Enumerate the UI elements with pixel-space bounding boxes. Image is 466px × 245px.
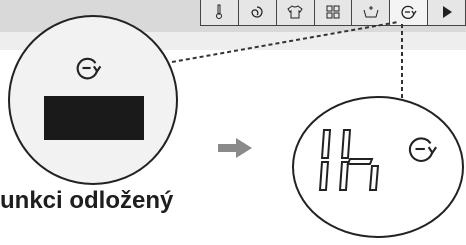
zoom-circle-right: 1h [292, 96, 464, 238]
grid-icon [326, 5, 340, 18]
delay-timer-icon [401, 5, 417, 19]
shirt-icon [287, 4, 303, 18]
rinse-button[interactable] [352, 0, 391, 25]
options-button[interactable] [314, 0, 353, 25]
instruction-caption: unkci odložený [0, 187, 174, 214]
blank-display [44, 96, 144, 140]
delay-timer-button[interactable] [390, 0, 429, 25]
temperature-button[interactable] [201, 0, 239, 25]
spin-button[interactable] [238, 0, 277, 25]
basin-icon [363, 5, 379, 17]
shirt-button[interactable] [276, 0, 315, 25]
spin-icon [251, 5, 263, 18]
arrow-right-icon [218, 138, 252, 163]
button-bar [200, 0, 466, 26]
delay-timer-icon [76, 57, 102, 80]
start-button[interactable] [428, 0, 466, 25]
segment-display [318, 129, 380, 191]
thermometer-icon [216, 4, 223, 19]
delay-timer-icon [408, 137, 437, 162]
play-icon [442, 5, 452, 18]
